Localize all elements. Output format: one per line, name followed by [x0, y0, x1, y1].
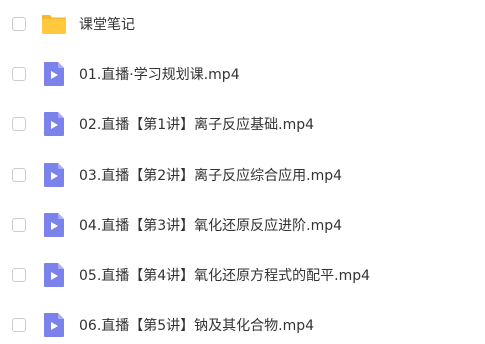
row-checkbox[interactable]: [12, 168, 26, 182]
file-row-video[interactable]: 03.直播【第2讲】离子反应综合应用.mp4: [0, 158, 485, 194]
file-row-video[interactable]: 02.直播【第1讲】离子反应基础.mp4: [0, 107, 485, 143]
file-row-video[interactable]: 06.直播【第5讲】钠及其化合物.mp4: [0, 308, 485, 344]
file-row-video[interactable]: 05.直播【第4讲】氧化还原方程式的配平.mp4: [0, 258, 485, 294]
folder-icon: [41, 10, 67, 38]
row-checkbox[interactable]: [12, 67, 26, 81]
video-file-icon: [41, 211, 67, 239]
video-file-icon: [41, 110, 67, 138]
file-row-folder[interactable]: 课堂笔记: [0, 7, 485, 43]
row-checkbox[interactable]: [12, 318, 26, 332]
file-name[interactable]: 06.直播【第5讲】钠及其化合物.mp4: [79, 316, 314, 336]
file-name[interactable]: 01.直播·学习规划课.mp4: [79, 65, 240, 85]
row-checkbox[interactable]: [12, 117, 26, 131]
video-file-icon: [41, 261, 67, 289]
row-checkbox[interactable]: [12, 268, 26, 282]
video-file-icon: [41, 60, 67, 88]
row-checkbox[interactable]: [12, 17, 26, 31]
row-checkbox[interactable]: [12, 218, 26, 232]
file-row-video[interactable]: 01.直播·学习规划课.mp4: [0, 57, 485, 93]
video-file-icon: [41, 311, 67, 339]
file-name[interactable]: 05.直播【第4讲】氧化还原方程式的配平.mp4: [79, 266, 370, 286]
file-name[interactable]: 课堂笔记: [79, 15, 135, 35]
file-row-video[interactable]: 04.直播【第3讲】氧化还原反应进阶.mp4: [0, 208, 485, 244]
video-file-icon: [41, 161, 67, 189]
file-name[interactable]: 04.直播【第3讲】氧化还原反应进阶.mp4: [79, 216, 342, 236]
file-list: 课堂笔记 01.直播·学习规划课.mp4 02.直播【第1讲】离子反应基础.mp…: [0, 0, 485, 337]
file-name[interactable]: 03.直播【第2讲】离子反应综合应用.mp4: [79, 166, 342, 186]
file-name[interactable]: 02.直播【第1讲】离子反应基础.mp4: [79, 115, 314, 135]
